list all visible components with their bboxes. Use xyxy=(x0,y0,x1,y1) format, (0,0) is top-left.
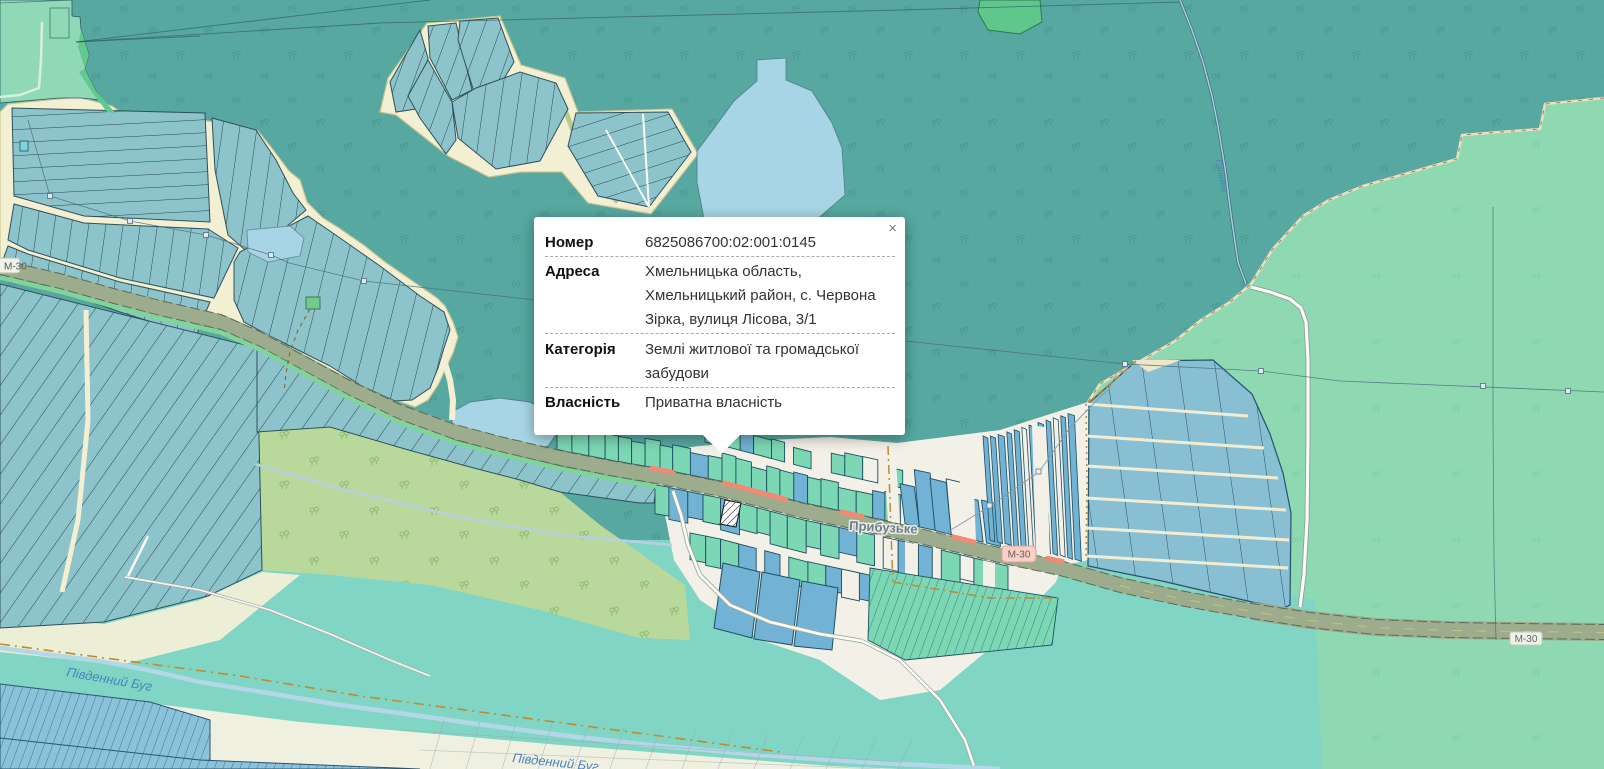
svg-text:М-30: М-30 xyxy=(4,262,27,273)
svg-text:М-30: М-30 xyxy=(1008,550,1031,561)
svg-text:М-30: М-30 xyxy=(1515,634,1538,645)
